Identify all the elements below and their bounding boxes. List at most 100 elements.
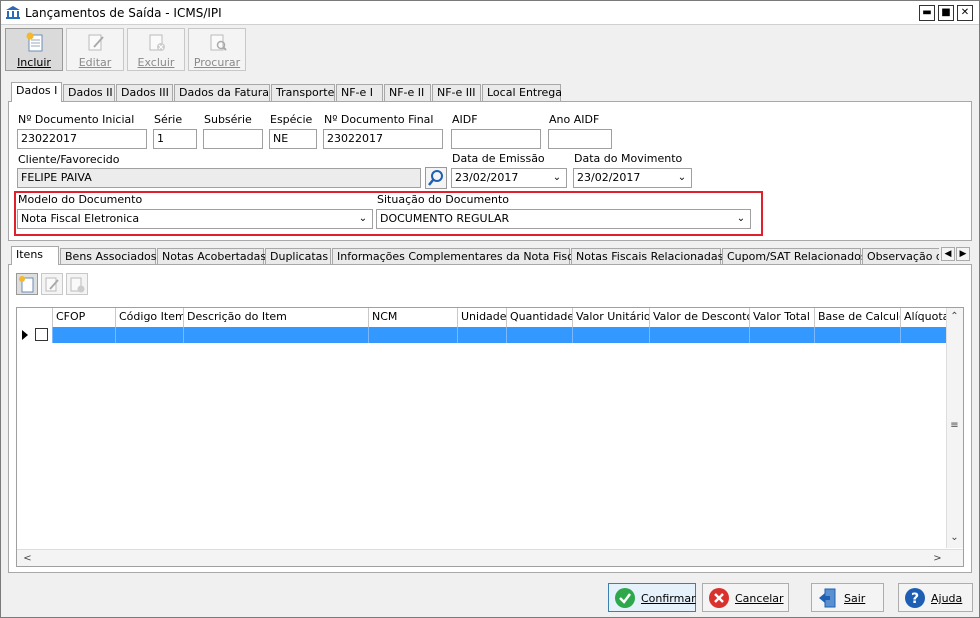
tab-cupom-sat-relacionados[interactable]: Cupom/SAT Relacionados bbox=[722, 248, 867, 265]
tab-notas-fiscais-relacionadas[interactable]: Notas Fiscais Relacionadas bbox=[571, 248, 723, 265]
data-movimento-field[interactable]: 23/02/2017 ⌄ bbox=[573, 168, 692, 188]
header-unidade[interactable]: Unidade bbox=[458, 308, 507, 327]
header-valor-total[interactable]: Valor Total bbox=[750, 308, 815, 327]
confirmar-button[interactable]: Confirmar bbox=[608, 583, 696, 612]
modelo-value: Nota Fiscal Eletronica bbox=[21, 212, 140, 225]
tab-local-entrega[interactable]: Local Entrega bbox=[482, 84, 562, 101]
chevron-left-icon[interactable]: < bbox=[20, 551, 35, 566]
situacao-select[interactable]: DOCUMENTO REGULAR ⌄ bbox=[376, 209, 751, 229]
incluir-button[interactable]: Incluir bbox=[5, 28, 63, 71]
cell-valor-desconto[interactable] bbox=[650, 327, 750, 343]
cell-ncm[interactable] bbox=[369, 327, 458, 343]
header-base-calculo[interactable]: Base de Calculo bbox=[815, 308, 901, 327]
minimize-button[interactable]: ▬ bbox=[919, 5, 935, 21]
cell-quantidade[interactable] bbox=[507, 327, 573, 343]
tab-itens[interactable]: Itens bbox=[11, 246, 59, 265]
tab-nfe-iii[interactable]: NF-e III bbox=[432, 84, 481, 101]
ano-aidf-label: Ano AIDF bbox=[549, 113, 600, 126]
delete-item-button[interactable] bbox=[66, 273, 88, 295]
data-emissao-field[interactable]: 23/02/2017 ⌄ bbox=[451, 168, 567, 188]
chevron-down-icon[interactable]: ⌄ bbox=[947, 530, 962, 545]
header-descricao-item[interactable]: Descrição do Item bbox=[184, 308, 369, 327]
excluir-button[interactable]: Excluir bbox=[127, 28, 185, 71]
ajuda-button[interactable]: ? Ajuda bbox=[898, 583, 973, 612]
doc-inicial-field[interactable]: 23022017 bbox=[17, 129, 147, 149]
tab-dados-i[interactable]: Dados I bbox=[11, 82, 62, 102]
tab-observacao[interactable]: Observação do bbox=[862, 248, 939, 265]
chevron-right-icon[interactable]: > bbox=[930, 551, 945, 566]
cancel-circle-icon bbox=[709, 588, 729, 608]
editar-label: Editar bbox=[78, 56, 112, 69]
header-codigo-item[interactable]: Código Item bbox=[116, 308, 184, 327]
tab-transporte[interactable]: Transporte bbox=[271, 84, 335, 101]
doc-final-field[interactable]: 23022017 bbox=[323, 129, 443, 149]
tab-nfe-ii[interactable]: NF-e II bbox=[384, 84, 431, 101]
editar-button[interactable]: Editar bbox=[66, 28, 124, 71]
cliente-label: Cliente/Favorecido bbox=[18, 153, 120, 166]
check-circle-icon bbox=[615, 588, 635, 608]
chevron-down-icon[interactable]: ⌄ bbox=[550, 169, 564, 187]
vertical-scrollbar[interactable]: ⌃ ≡ ⌄ bbox=[946, 308, 963, 548]
chevron-right-icon[interactable]: ▶ bbox=[956, 247, 970, 261]
chevron-down-icon[interactable]: ⌄ bbox=[675, 169, 689, 187]
cell-unidade[interactable] bbox=[458, 327, 507, 343]
cell-descricao-item[interactable] bbox=[184, 327, 369, 343]
tab-dados-da-fatura[interactable]: Dados da Fatura bbox=[174, 84, 270, 101]
tab-informacoes-complementares[interactable]: Informações Complementares da Nota Fisca… bbox=[332, 248, 583, 265]
sair-label: Sair bbox=[844, 592, 866, 605]
cliente-search-button[interactable] bbox=[425, 167, 447, 189]
header-cfop[interactable]: CFOP bbox=[53, 308, 116, 327]
tab-bens-associados[interactable]: Bens Associados bbox=[60, 248, 157, 265]
arrow-right-icon bbox=[22, 330, 28, 340]
modelo-select[interactable]: Nota Fiscal Eletronica ⌄ bbox=[17, 209, 373, 229]
sair-button[interactable]: Sair bbox=[811, 583, 884, 612]
delete-icon bbox=[149, 34, 165, 51]
excluir-label: Excluir bbox=[137, 56, 175, 69]
header-valor-desconto[interactable]: Valor de Desconto bbox=[650, 308, 750, 327]
row-checkbox[interactable] bbox=[35, 328, 48, 341]
tab-notas-acobertadas[interactable]: Notas Acobertadas bbox=[157, 248, 266, 265]
cliente-field[interactable]: FELIPE PAIVA bbox=[17, 168, 421, 188]
tab-nfe-i[interactable]: NF-e I bbox=[336, 84, 383, 101]
cell-codigo-item[interactable] bbox=[116, 327, 184, 343]
cell-base-calculo[interactable] bbox=[815, 327, 901, 343]
close-button[interactable]: ✕ bbox=[957, 5, 973, 21]
incluir-label: Incluir bbox=[17, 56, 51, 69]
ano-aidf-field[interactable] bbox=[548, 129, 612, 149]
dados-i-panel: Nº Documento Inicial 23022017 Série 1 Su… bbox=[8, 101, 972, 241]
maximize-button[interactable]: ■ bbox=[938, 5, 954, 21]
cell-cfop[interactable] bbox=[53, 327, 116, 343]
chevron-down-icon[interactable]: ⌄ bbox=[356, 210, 370, 228]
cell-valor-total[interactable] bbox=[750, 327, 815, 343]
horizontal-scrollbar[interactable]: < > bbox=[17, 549, 963, 566]
help-circle-icon: ? bbox=[905, 588, 925, 608]
aidf-label: AIDF bbox=[452, 113, 478, 126]
subserie-field[interactable] bbox=[203, 129, 263, 149]
data-movimento-value: 23/02/2017 bbox=[577, 171, 641, 184]
header-quantidade[interactable]: Quantidade bbox=[507, 308, 573, 327]
ajuda-label: Ajuda bbox=[931, 592, 963, 605]
especie-field[interactable]: NE bbox=[269, 129, 317, 149]
tab-duplicatas[interactable]: Duplicatas bbox=[265, 248, 331, 265]
scroll-grip-icon[interactable]: ≡ bbox=[947, 418, 962, 433]
tab-dados-iii[interactable]: Dados III bbox=[116, 84, 173, 101]
aidf-field[interactable] bbox=[451, 129, 541, 149]
edit-item-button[interactable] bbox=[41, 273, 63, 295]
header-aliquota[interactable]: Alíquota bbox=[901, 308, 948, 327]
cancelar-label: Cancelar bbox=[735, 592, 784, 605]
chevron-up-icon[interactable]: ⌃ bbox=[947, 309, 962, 324]
cancelar-button[interactable]: Cancelar bbox=[702, 583, 789, 612]
header-ncm[interactable]: NCM bbox=[369, 308, 458, 327]
cell-valor-unitario[interactable] bbox=[573, 327, 650, 343]
tab-dados-ii[interactable]: Dados II bbox=[63, 84, 115, 101]
serie-field[interactable]: 1 bbox=[153, 129, 197, 149]
edit-icon bbox=[45, 277, 59, 292]
add-item-button[interactable] bbox=[16, 273, 38, 295]
items-grid[interactable]: CFOP Código Item Descrição do Item NCM U… bbox=[16, 307, 964, 567]
header-valor-unitario[interactable]: Valor Unitário bbox=[573, 308, 650, 327]
data-movimento-label: Data do Movimento bbox=[574, 152, 683, 165]
cell-aliquota[interactable] bbox=[901, 327, 948, 343]
chevron-left-icon[interactable]: ◀ bbox=[941, 247, 955, 261]
chevron-down-icon[interactable]: ⌄ bbox=[734, 210, 748, 228]
procurar-button[interactable]: Procurar bbox=[188, 28, 246, 71]
